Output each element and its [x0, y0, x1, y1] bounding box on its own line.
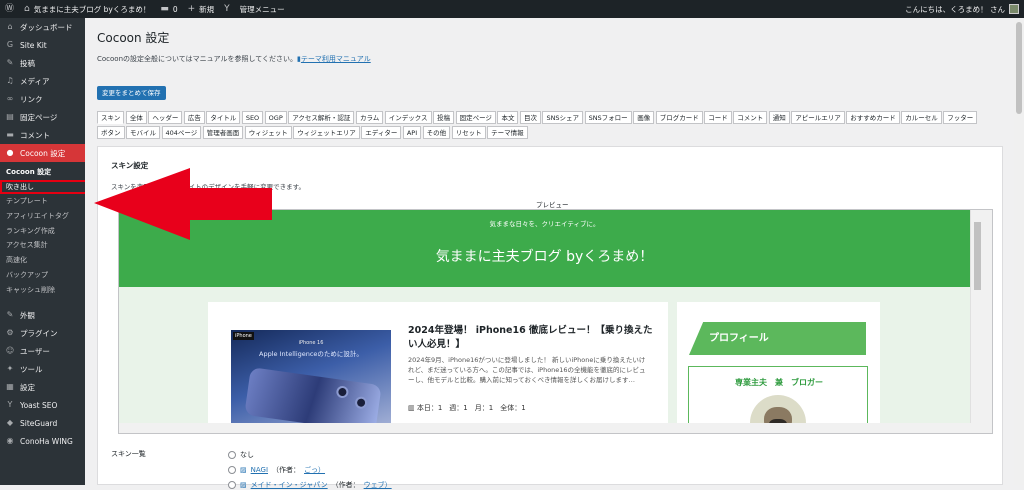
siteguard-icon: ◆	[6, 418, 14, 428]
image-icon: ▨	[240, 466, 247, 474]
tab-item[interactable]: フッター	[943, 111, 978, 124]
conoha-icon: ◉	[6, 436, 14, 446]
page-scrollbar[interactable]	[1014, 18, 1024, 485]
tab-item[interactable]: SNSフォロー	[584, 111, 632, 124]
tab-item[interactable]: 目次	[519, 111, 541, 124]
tab-item[interactable]: アピールエリア	[791, 111, 845, 124]
tab-item[interactable]: テーマ情報	[487, 126, 528, 139]
skin-author-link[interactable]: ごっ）	[304, 465, 325, 475]
profile-name: 専業主夫 兼 ブロガー	[735, 378, 823, 387]
plugin-icon: ⚙	[6, 328, 14, 338]
view-counts-text: 本日：1 週：1 月：1 全体：1	[416, 404, 526, 412]
submenu-item[interactable]: キャッシュ削除	[0, 283, 85, 298]
appearance-icon: ✎	[6, 310, 14, 320]
skin-option-label[interactable]: NAGI	[251, 466, 268, 474]
sidebar-item-user[interactable]: ☺ ユーザー	[0, 342, 85, 360]
sidebar-item-label: Yoast SEO	[20, 400, 58, 410]
tab-item[interactable]: 本文	[497, 111, 519, 124]
yoast-icon: Y	[7, 400, 13, 410]
skin-option[interactable]: ▨ NAGI （作者： ごっ）	[228, 465, 325, 475]
red-arrow-annotation	[94, 168, 272, 240]
post-excerpt: 2024年9月、iPhone16がついに登場しました！ 新しいiPhoneに乗り…	[408, 356, 646, 384]
skin-author-link[interactable]: ウェブ）	[364, 480, 392, 490]
tab-item[interactable]: コメント	[733, 111, 768, 124]
tab-item[interactable]: その他	[422, 126, 451, 139]
sidebar-item-label: 設定	[20, 382, 35, 392]
preview-scroll-thumb[interactable]	[974, 222, 981, 290]
radio-button[interactable]	[228, 481, 236, 489]
sidebar-item-label: ツール	[20, 364, 43, 374]
sidebar-item-label: SiteGuard	[20, 418, 58, 428]
tab-item[interactable]: SNSシェア	[542, 111, 584, 124]
skin-list-heading: スキン一覧	[111, 450, 146, 458]
skin-option-label: なし	[240, 451, 254, 459]
account-menu[interactable]: こんにちは、くろまめ！ さん	[900, 0, 1024, 18]
sidebar-item-settings[interactable]: ▦ 設定	[0, 378, 85, 396]
tab-item[interactable]: カラム	[355, 111, 384, 124]
greeting: こんにちは、くろまめ！ さん	[905, 4, 1005, 14]
tab-item[interactable]: 通知	[768, 111, 790, 124]
post-view-counts: ▥ 本日：1 週：1 月：1 全体：1	[408, 403, 526, 413]
image-icon: ▨	[240, 481, 247, 489]
avatar	[1009, 4, 1019, 14]
radio-button[interactable]	[228, 451, 236, 459]
preview-post-card[interactable]: iPhone iPhone 16 Apple Intelligenceのために設…	[208, 302, 668, 433]
sidebar-item-label: ConoHa WING	[20, 436, 73, 446]
sidebar-item-siteguard[interactable]: ◆ SiteGuard	[0, 414, 85, 432]
thumb-line2: Apple Intelligenceのために設計。	[259, 350, 363, 358]
camera-lens	[335, 385, 350, 399]
tab-item[interactable]: コード	[704, 111, 732, 124]
tab-item[interactable]: ウィジェットエリア	[293, 126, 360, 139]
preview-sidebar: プロフィール 専業主夫 兼 ブロガー	[677, 302, 880, 433]
preview-scrollbar[interactable]	[970, 210, 992, 433]
tab-item[interactable]: インデックス	[384, 111, 432, 124]
tab-item[interactable]: カルーセル	[901, 111, 942, 124]
camera-lens	[354, 395, 368, 410]
tools-icon: ✦	[6, 364, 14, 374]
sidebar-item-conoha[interactable]: ◉ ConoHa WING	[0, 432, 85, 450]
tab-item[interactable]: 固定ページ	[455, 111, 496, 124]
chart-icon: ▥	[408, 404, 417, 412]
post-title[interactable]: 2024年登場！ iPhone16 徹底レビュー！【乗り換えたい人必見！】	[408, 324, 653, 352]
thumb-badge: iPhone	[233, 332, 254, 340]
tab-item[interactable]: 画像	[633, 111, 655, 124]
skin-author-prefix: （作者：	[331, 481, 360, 489]
submenu-item[interactable]: バックアップ	[0, 268, 85, 283]
preview-label: プレビュー	[536, 201, 569, 209]
tab-item[interactable]: API	[402, 126, 422, 139]
skin-option[interactable]: なし	[228, 450, 254, 460]
radio-button[interactable]	[228, 466, 236, 474]
sidebar-item-tools[interactable]: ✦ ツール	[0, 360, 85, 378]
thumb-line1: iPhone 16	[298, 340, 324, 346]
page-scroll-thumb[interactable]	[1016, 22, 1022, 114]
phone-image	[244, 367, 382, 430]
post-thumbnail: iPhone iPhone 16 Apple Intelligenceのために設…	[231, 330, 391, 430]
sidebar-item-label: 外観	[20, 310, 35, 320]
sidebar-item-appearance[interactable]: ✎ 外観	[0, 306, 85, 324]
preview-h-scrollbar[interactable]	[119, 423, 992, 433]
settings-icon: ▦	[6, 382, 14, 392]
skin-option[interactable]: ▨ メイド・イン・ジャパン （作者： ウェブ）	[228, 480, 392, 490]
sidebar-item-label: プラグイン	[20, 328, 58, 338]
tab-item[interactable]: ブログカード	[655, 111, 703, 124]
manual-link[interactable]: テーマ利用マニュアル	[301, 55, 371, 63]
sidebar-item-label: ユーザー	[20, 346, 50, 356]
skin-author-prefix: （作者：	[272, 466, 301, 474]
profile-heading: プロフィール	[689, 322, 866, 355]
skin-option-label[interactable]: メイド・イン・ジャパン	[251, 480, 328, 490]
tab-item[interactable]: リセット	[451, 126, 486, 139]
tab-item[interactable]: おすすめカード	[846, 111, 900, 124]
sidebar-item-plugin[interactable]: ⚙ プラグイン	[0, 324, 85, 342]
user-icon: ☺	[5, 346, 15, 356]
tab-item[interactable]: 投稿	[433, 111, 455, 124]
tab-item[interactable]: エディター	[361, 126, 402, 139]
sidebar-item-yoast[interactable]: Y Yoast SEO	[0, 396, 85, 414]
